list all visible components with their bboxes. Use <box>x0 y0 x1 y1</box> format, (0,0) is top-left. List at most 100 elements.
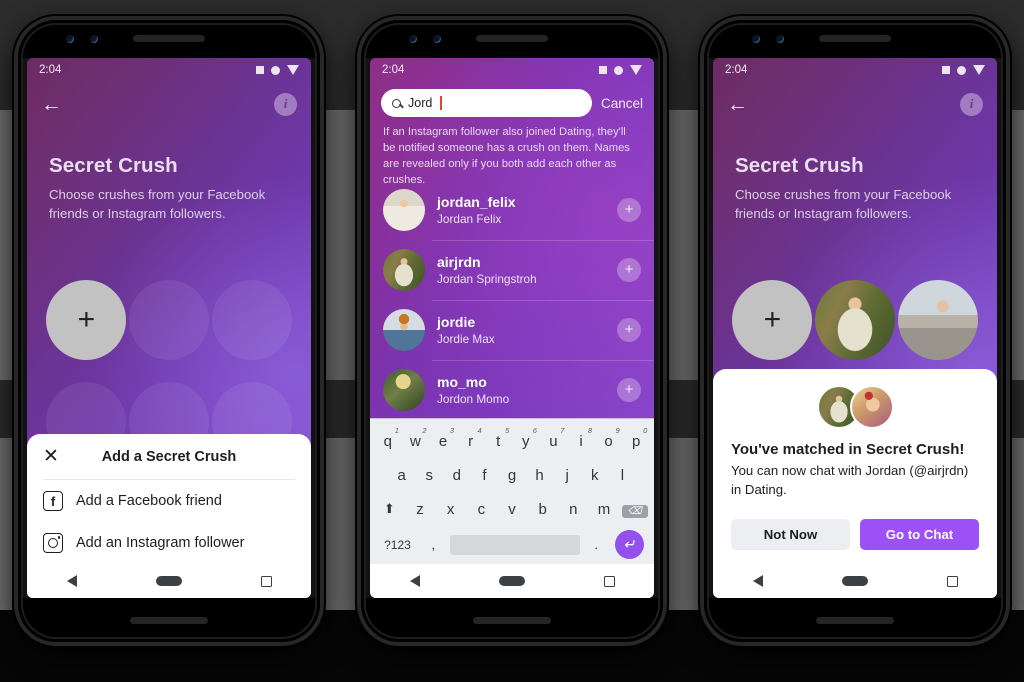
enter-key[interactable]: ↵ <box>609 530 650 559</box>
status-bar: 2:04 <box>713 58 997 82</box>
earpiece <box>476 35 548 42</box>
key-d[interactable]: d <box>443 459 471 493</box>
keyboard-row-1: 1q 2w 3e 4r 5t 6y 7u 8i 9o 0p <box>374 425 650 459</box>
keyboard-row-2: a s d f g h j k l <box>374 459 650 493</box>
key-n[interactable]: n <box>558 493 589 527</box>
add-crush-button[interactable]: + <box>617 318 641 342</box>
back-triangle-icon[interactable] <box>409 575 420 587</box>
key-x[interactable]: x <box>435 493 466 527</box>
status-icons <box>599 65 642 75</box>
avatar <box>849 385 894 430</box>
list-item[interactable]: airjrdn Jordan Springstroh + <box>370 240 654 300</box>
match-avatars <box>731 385 979 430</box>
speaker-grille <box>473 617 551 624</box>
result-username: airjrdn <box>437 254 481 270</box>
list-item[interactable]: jordie Jordie Max + <box>370 300 654 360</box>
add-crush-button[interactable]: + <box>617 378 641 402</box>
earpiece <box>819 35 891 42</box>
key-r[interactable]: 4r <box>457 425 485 459</box>
key-j[interactable]: j <box>553 459 581 493</box>
phone-1-screen: 2:04 ← i Secret Crush Choose crushes fro… <box>27 58 311 598</box>
space-key[interactable] <box>449 534 580 555</box>
crush-avatar[interactable] <box>897 280 978 360</box>
recents-square-icon[interactable] <box>946 575 958 587</box>
page-title: Secret Crush <box>49 154 178 177</box>
on-screen-keyboard: 1q 2w 3e 4r 5t 6y 7u 8i 9o 0p a s d f g <box>370 418 654 564</box>
sheet-option-facebook[interactable]: f Add a Facebook friend <box>27 480 311 522</box>
search-input[interactable]: Jord <box>381 89 592 117</box>
key-i[interactable]: 8i <box>567 425 595 459</box>
recents-square-icon[interactable] <box>260 575 272 587</box>
key-p[interactable]: 0p <box>622 425 650 459</box>
phone-3: 2:04 ← i Secret Crush Choose crushes fro… <box>700 16 1010 646</box>
key-w[interactable]: 2w <box>402 425 430 459</box>
comma-key[interactable]: , <box>421 537 446 552</box>
search-hint-text: If an Instagram follower also joined Dat… <box>383 126 630 187</box>
back-triangle-icon[interactable] <box>66 575 77 587</box>
key-u[interactable]: 7u <box>540 425 568 459</box>
home-pill-icon[interactable] <box>841 576 868 586</box>
add-crush-button[interactable]: + <box>617 198 641 222</box>
circle-icon <box>957 65 966 75</box>
search-row: Jord Cancel <box>370 86 654 120</box>
key-t[interactable]: 5t <box>484 425 512 459</box>
numeric-key[interactable]: ?123 <box>374 538 421 552</box>
earpiece <box>133 35 205 42</box>
key-f[interactable]: f <box>471 459 499 493</box>
sheet-header: ✕ Add a Secret Crush <box>27 447 311 479</box>
page-title: Secret Crush <box>735 154 864 177</box>
key-k[interactable]: k <box>581 459 609 493</box>
key-b[interactable]: b <box>527 493 558 527</box>
info-icon[interactable]: i <box>960 92 983 116</box>
key-c[interactable]: c <box>466 493 497 527</box>
backspace-icon[interactable]: ⌫ <box>619 493 650 527</box>
key-q[interactable]: 1q <box>374 425 402 459</box>
close-icon[interactable]: ✕ <box>43 447 71 466</box>
info-icon[interactable]: i <box>274 92 297 116</box>
add-crush-button[interactable]: + <box>732 280 813 360</box>
key-o[interactable]: 9o <box>595 425 623 459</box>
back-triangle-icon[interactable] <box>752 575 763 587</box>
back-icon[interactable]: ← <box>41 94 62 115</box>
sheet-option-instagram[interactable]: Add an Instagram follower <box>27 522 311 564</box>
list-item[interactable]: mo_mo Jordon Momo + <box>370 360 654 420</box>
key-z[interactable]: z <box>405 493 436 527</box>
home-pill-icon[interactable] <box>498 576 525 586</box>
key-l[interactable]: l <box>609 459 637 493</box>
front-camera-icon <box>433 35 441 43</box>
add-crush-button[interactable]: + <box>46 280 127 360</box>
result-username: jordie <box>437 314 476 330</box>
key-y[interactable]: 6y <box>512 425 540 459</box>
recents-square-icon[interactable] <box>603 575 615 587</box>
empty-crush-slot[interactable] <box>128 280 209 360</box>
key-s[interactable]: s <box>415 459 443 493</box>
front-camera-icon <box>752 35 760 43</box>
front-camera-icon <box>90 35 98 43</box>
period-key[interactable]: . <box>584 537 609 552</box>
crush-avatar[interactable] <box>814 280 895 360</box>
list-item[interactable]: jordan_felix Jordan Felix + <box>370 180 654 240</box>
page-subtitle: Choose crushes from your Facebook friend… <box>735 187 952 222</box>
key-m[interactable]: m <box>589 493 620 527</box>
result-fullname: Jordon Momo <box>437 392 510 406</box>
home-pill-icon[interactable] <box>155 576 182 586</box>
sheet-option-label: Add an Instagram follower <box>76 535 245 551</box>
key-e[interactable]: 3e <box>429 425 457 459</box>
key-h[interactable]: h <box>526 459 554 493</box>
not-now-button[interactable]: Not Now <box>731 519 850 550</box>
key-g[interactable]: g <box>498 459 526 493</box>
empty-crush-slot[interactable] <box>211 280 292 360</box>
phone-1: 2:04 ← i Secret Crush Choose crushes fro… <box>14 16 324 646</box>
app-bar: ← i <box>27 82 311 126</box>
add-crush-sheet: ✕ Add a Secret Crush f Add a Facebook fr… <box>27 434 311 598</box>
phone-2-screen: 2:04 Jord Cancel If an Instagram followe… <box>370 58 654 598</box>
status-time: 2:04 <box>382 64 405 76</box>
add-crush-button[interactable]: + <box>617 258 641 282</box>
back-icon[interactable]: ← <box>727 94 748 115</box>
key-v[interactable]: v <box>497 493 528 527</box>
shift-icon[interactable]: ⬆ <box>374 493 405 527</box>
go-to-chat-button[interactable]: Go to Chat <box>860 519 979 550</box>
search-value: Jord <box>408 96 433 110</box>
key-a[interactable]: a <box>388 459 416 493</box>
cancel-button[interactable]: Cancel <box>601 96 643 111</box>
